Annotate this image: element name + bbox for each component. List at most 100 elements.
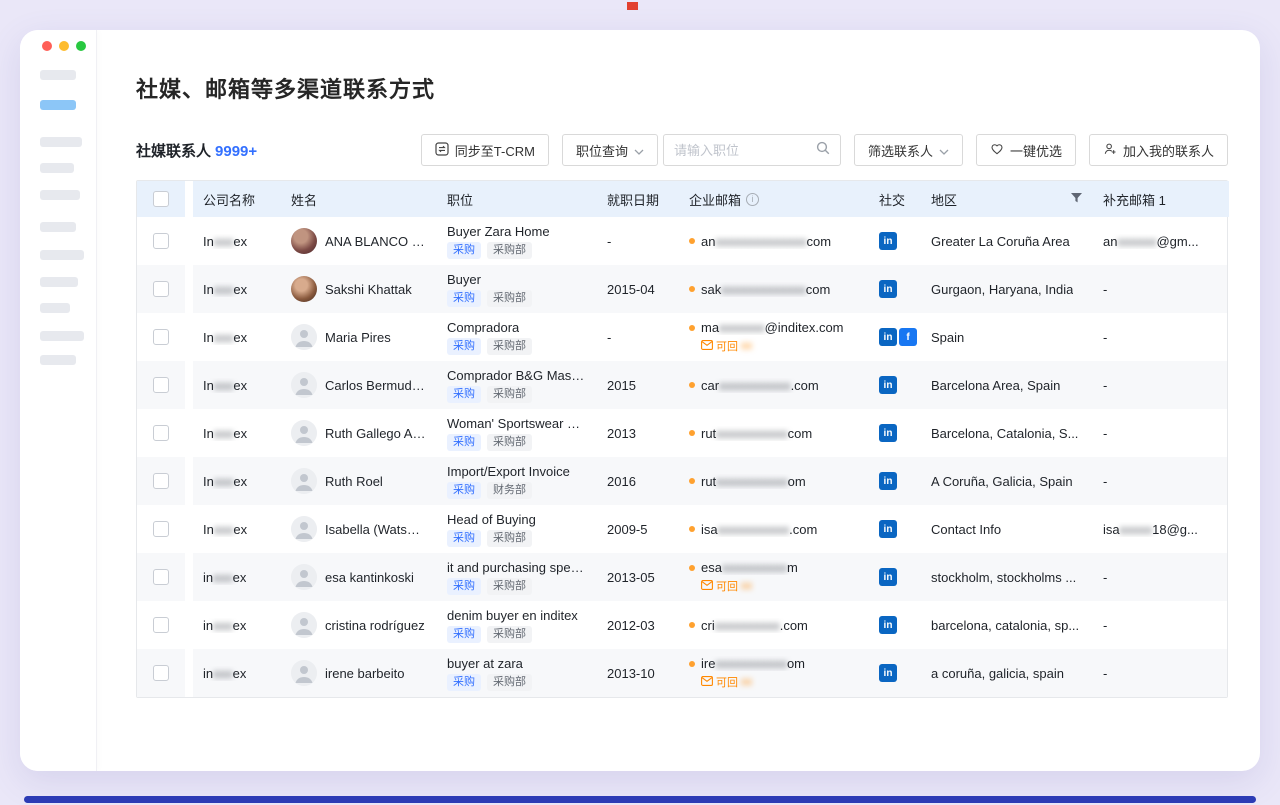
cell-email: anxxxxxxxxxxxxxxcom — [679, 217, 869, 265]
linkedin-icon[interactable]: in — [879, 472, 897, 490]
position-tag: 采购部 — [487, 242, 532, 259]
extra-email-text: - — [1103, 618, 1107, 633]
extra-email-text: - — [1103, 426, 1107, 441]
cell-extra-email: - — [1093, 409, 1229, 457]
add-to-my-contacts-button[interactable]: 加入我的联系人 — [1089, 134, 1228, 166]
cell-extra-email: isaxxxxx18@g... — [1093, 505, 1229, 553]
zoom-button[interactable] — [76, 41, 86, 51]
linkedin-icon[interactable]: in — [879, 424, 897, 442]
cell-extra-email: - — [1093, 265, 1229, 313]
app-window: 社媒、邮箱等多渠道联系方式 社媒联系人 9999+ 同步至T-CRM 职位查询 — [20, 30, 1260, 771]
position-tag: 采购 — [447, 530, 481, 547]
linkedin-icon[interactable]: in — [879, 376, 897, 394]
sidebar-item[interactable] — [40, 163, 74, 173]
filter-funnel-icon[interactable] — [1070, 192, 1083, 207]
sidebar-item[interactable] — [40, 70, 76, 80]
linkedin-icon[interactable]: in — [879, 616, 897, 634]
start-date: 2013-05 — [607, 570, 655, 585]
row-checkbox[interactable] — [153, 329, 169, 345]
extra-email-text: anxxxxxx@gm... — [1103, 234, 1199, 249]
table-row: Inxxxex Sakshi Khattak Buyer 采购采购部 2015-… — [137, 265, 1227, 313]
cell-position: Buyer 采购采购部 — [437, 265, 597, 313]
minimize-button[interactable] — [59, 41, 69, 51]
position-search-input[interactable] — [674, 143, 816, 158]
position-tag: 采购 — [447, 290, 481, 307]
position-tag: 采购部 — [487, 530, 532, 547]
sidebar-item[interactable] — [40, 190, 80, 200]
email-status-dot — [689, 661, 695, 667]
search-icon[interactable] — [816, 141, 830, 160]
position-title: denim buyer en inditex — [447, 608, 578, 623]
row-checkbox[interactable] — [153, 473, 169, 489]
cell-region: Greater La Coruña Area — [921, 217, 1093, 265]
linkedin-icon[interactable]: in — [879, 280, 897, 298]
position-tags: 采购采购部 — [447, 578, 532, 595]
position-query-dropdown[interactable]: 职位查询 — [562, 134, 658, 166]
sidebar-item-active[interactable] — [40, 100, 76, 110]
row-checkbox[interactable] — [153, 665, 169, 681]
cell-position: denim buyer en inditex 采购采购部 — [437, 601, 597, 649]
contact-name: esa kantinkoski — [325, 570, 414, 585]
extra-email-text: - — [1103, 282, 1107, 297]
sync-to-crm-button[interactable]: 同步至T-CRM — [421, 134, 549, 166]
position-query-label: 职位查询 — [576, 141, 628, 160]
sidebar-item[interactable] — [40, 222, 76, 232]
row-checkbox[interactable] — [153, 617, 169, 633]
sidebar-item[interactable] — [40, 277, 78, 287]
cell-name: Ruth Gallego Agulló — [281, 409, 437, 457]
linkedin-icon[interactable]: in — [879, 664, 897, 682]
cell-checkbox — [137, 265, 185, 313]
cell-company: Inxxxex — [193, 313, 281, 361]
cell-email: maxxxxxxx@inditex.com 可回xx — [679, 313, 869, 361]
select-all-checkbox[interactable] — [153, 191, 169, 207]
region-text: Greater La Coruña Area — [931, 234, 1070, 249]
sidebar-item[interactable] — [40, 303, 70, 313]
linkedin-icon[interactable]: in — [879, 232, 897, 250]
avatar — [291, 516, 317, 542]
cell-position: Woman' Sportswear Bu... 采购采购部 — [437, 409, 597, 457]
linkedin-icon[interactable]: in — [879, 328, 897, 346]
row-checkbox[interactable] — [153, 425, 169, 441]
position-tags: 采购采购部 — [447, 386, 532, 403]
avatar — [291, 372, 317, 398]
avatar — [291, 660, 317, 686]
facebook-icon[interactable]: f — [899, 328, 917, 346]
header-social: 社交 — [869, 181, 921, 217]
cell-date: 2015 — [597, 361, 679, 409]
sidebar-item[interactable] — [40, 331, 84, 341]
info-icon[interactable]: i — [746, 193, 759, 206]
chevron-down-icon — [939, 143, 949, 158]
one-click-optimize-button[interactable]: 一键优选 — [976, 134, 1076, 166]
header-date: 就职日期 — [597, 181, 679, 217]
close-button[interactable] — [42, 41, 52, 51]
position-search-box[interactable] — [663, 134, 841, 166]
cell-company: inxxxex — [193, 649, 281, 697]
cell-date: 2016 — [597, 457, 679, 505]
row-checkbox[interactable] — [153, 569, 169, 585]
sidebar-item[interactable] — [40, 355, 76, 365]
row-checkbox[interactable] — [153, 377, 169, 393]
sidebar-item[interactable] — [40, 250, 84, 260]
position-tags: 采购财务部 — [447, 482, 532, 499]
position-tag: 采购 — [447, 434, 481, 451]
email-status-dot — [689, 430, 695, 436]
row-checkbox[interactable] — [153, 281, 169, 297]
sidebar-item[interactable] — [40, 137, 82, 147]
extra-email-text: - — [1103, 330, 1107, 345]
table-body: Inxxxex ANA BLANCO REY Buyer Zara Home 采… — [137, 217, 1227, 697]
filter-contacts-dropdown[interactable]: 筛选联系人 — [854, 134, 963, 166]
region-text: stockholm, stockholms ... — [931, 570, 1076, 585]
linkedin-icon[interactable]: in — [879, 568, 897, 586]
cell-email: isaxxxxxxxxxxx.com — [679, 505, 869, 553]
row-checkbox[interactable] — [153, 521, 169, 537]
linkedin-icon[interactable]: in — [879, 520, 897, 538]
position-tag: 采购 — [447, 626, 481, 643]
cell-name: cristina rodríguez — [281, 601, 437, 649]
cell-region: Contact Info — [921, 505, 1093, 553]
cell-company: Inxxxex — [193, 457, 281, 505]
cell-company: Inxxxex — [193, 505, 281, 553]
header-region-label: 地区 — [931, 190, 957, 209]
position-title: Import/Export Invoice — [447, 464, 570, 479]
position-title: Head of Buying — [447, 512, 536, 527]
row-checkbox[interactable] — [153, 233, 169, 249]
